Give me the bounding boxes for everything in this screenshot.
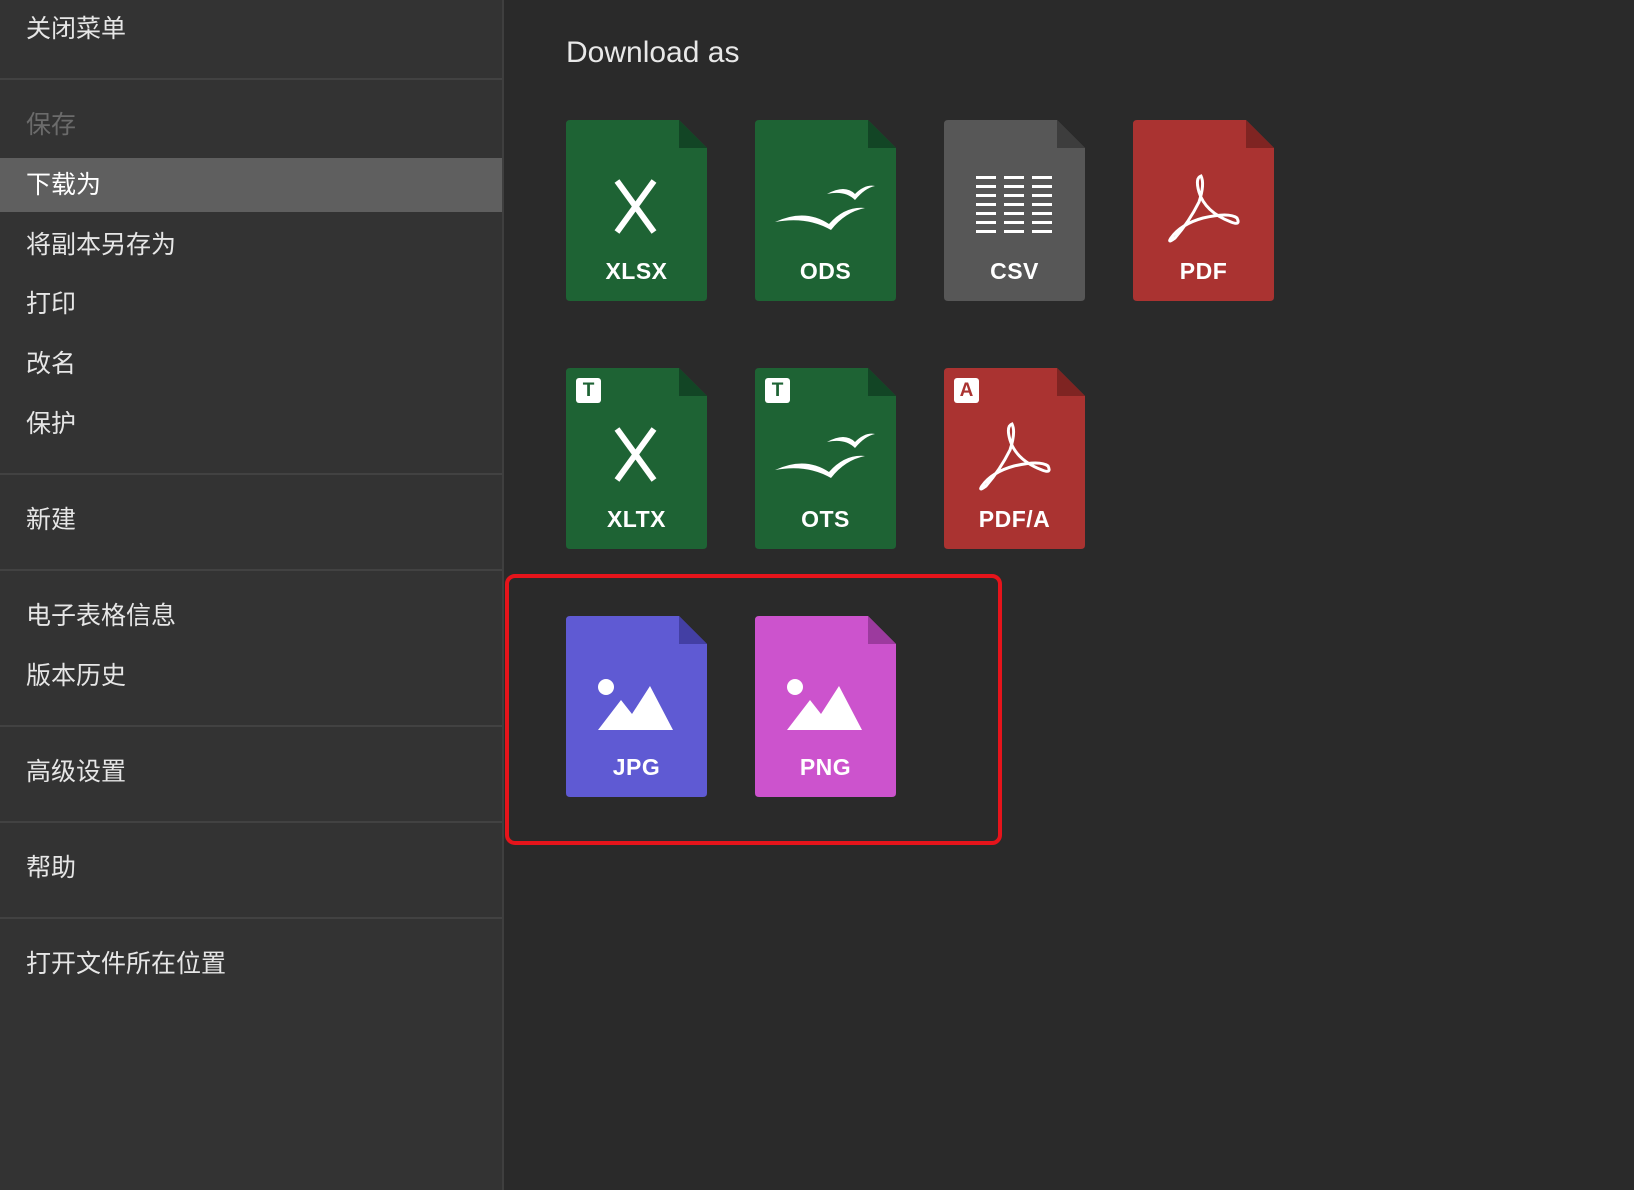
acrobat-icon xyxy=(1168,174,1240,243)
format-label: OTS xyxy=(801,506,850,532)
download-pdf-button[interactable]: PDF xyxy=(1133,120,1274,301)
menu-item-help[interactable]: 帮助 xyxy=(0,841,502,895)
format-label: XLTX xyxy=(606,506,667,532)
csv-lines-icon xyxy=(976,176,1052,233)
menu-item-spreadsheet-info[interactable]: 电子表格信息 xyxy=(0,589,502,643)
download-ots-button[interactable]: T OTS xyxy=(755,368,896,549)
divider xyxy=(0,473,502,475)
menu-item-save-copy-as[interactable]: 将副本另存为 xyxy=(0,218,502,272)
format-label: XLSX xyxy=(605,258,668,284)
format-label: CSV xyxy=(990,258,1039,284)
sidebar-menu: 关闭菜单 保存 下载为 将副本另存为 打印 改名 保护 新建 电子表格信息 版本… xyxy=(0,0,504,1190)
format-label: ODS xyxy=(799,258,852,284)
divider xyxy=(0,917,502,919)
divider xyxy=(0,725,502,727)
menu-item-protect[interactable]: 保护 xyxy=(0,397,502,451)
download-csv-button[interactable]: CSV xyxy=(944,120,1085,301)
seagull-icon xyxy=(775,185,875,230)
panel-title: Download as xyxy=(566,36,740,69)
menu-item-print[interactable]: 打印 xyxy=(0,277,502,331)
download-xltx-button[interactable]: T XLTX xyxy=(566,368,707,549)
divider xyxy=(0,569,502,571)
menu-item-download-as[interactable]: 下载为 xyxy=(0,158,502,212)
format-label: PDF/A xyxy=(978,506,1051,532)
seagull-icon xyxy=(775,433,875,478)
download-pdfa-button[interactable]: A PDF/A xyxy=(944,368,1085,549)
menu-item-version-history[interactable]: 版本历史 xyxy=(0,649,502,703)
menu-item-advanced-settings[interactable]: 高级设置 xyxy=(0,745,502,799)
menu-item-open-file-location[interactable]: 打开文件所在位置 xyxy=(0,937,502,991)
excel-x-icon xyxy=(614,427,657,482)
download-xlsx-button[interactable]: XLSX xyxy=(566,120,707,301)
acrobat-icon xyxy=(979,422,1051,491)
download-ods-button[interactable]: ODS xyxy=(755,120,896,301)
menu-item-new[interactable]: 新建 xyxy=(0,493,502,547)
menu-item-close-menu[interactable]: 关闭菜单 xyxy=(0,2,502,56)
menu-item-save: 保存 xyxy=(26,110,77,139)
format-label: PDF xyxy=(1179,258,1228,284)
highlight-box xyxy=(505,574,1002,845)
excel-x-icon xyxy=(614,179,657,234)
divider xyxy=(0,821,502,823)
menu-item-rename[interactable]: 改名 xyxy=(0,337,502,391)
divider xyxy=(0,78,502,80)
